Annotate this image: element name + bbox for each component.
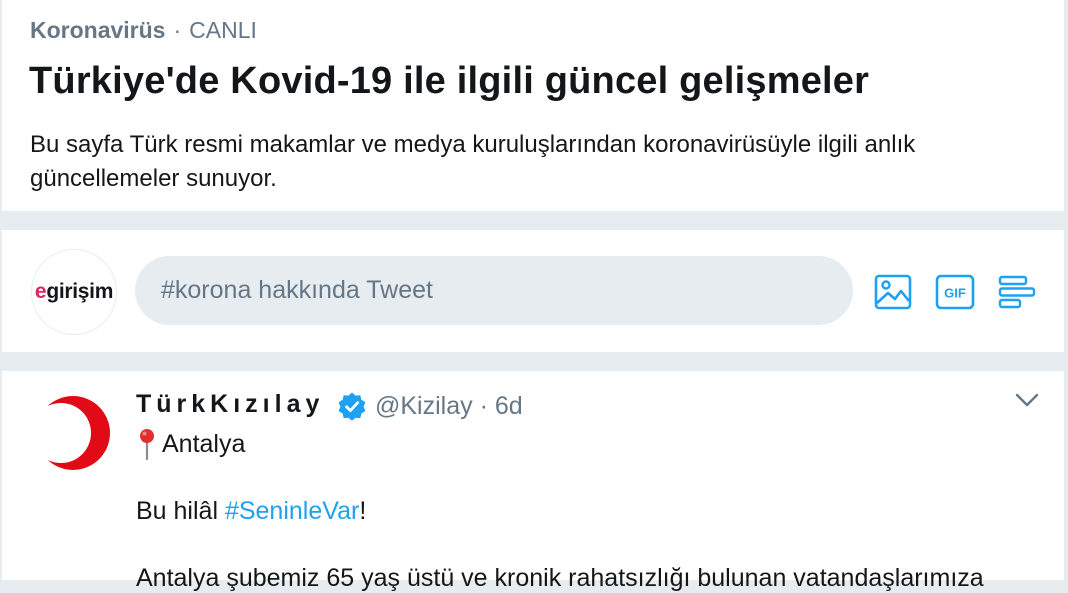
topic-label[interactable]: Koronavirüs bbox=[30, 17, 165, 43]
tweet-card[interactable]: TürkKızılay @Kizilay · 6d Antalya Bu hil… bbox=[2, 371, 1064, 592]
topic-header-card: Koronavirüs · CANLI Türkiye'de Kovid-19 il… bbox=[2, 0, 1064, 211]
user-avatar[interactable]: e girişim bbox=[31, 249, 117, 335]
kizilay-avatar[interactable] bbox=[31, 391, 115, 475]
image-icon[interactable] bbox=[873, 272, 913, 312]
tweet-location-label: Antalya bbox=[162, 429, 246, 458]
avatar-logo-rest: girişim bbox=[46, 280, 114, 303]
tweet-text-segment: Bu hilâl bbox=[136, 497, 225, 525]
tweet-text-line-2: Antalya şubemiz 65 yaş üstü ve kronik ra… bbox=[136, 564, 984, 592]
round-pushpin-icon bbox=[140, 429, 154, 460]
tweet-location: Antalya bbox=[138, 428, 245, 460]
hashtag-link[interactable]: #SeninleVar bbox=[225, 497, 359, 525]
kicker-separator: · bbox=[173, 17, 182, 43]
live-label: CANLI bbox=[189, 17, 257, 43]
tweet-handle-time[interactable]: @Kizilay · 6d bbox=[375, 392, 523, 421]
gif-icon[interactable]: GIF bbox=[935, 272, 975, 312]
compose-tweet-input[interactable]: #korona hakkında Tweet bbox=[135, 256, 853, 325]
verified-badge-icon bbox=[338, 392, 366, 421]
tweet-text-line-1: Bu hilâl #SeninleVar! bbox=[136, 497, 366, 526]
poll-icon[interactable] bbox=[997, 272, 1037, 312]
crescent-logo-icon bbox=[31, 396, 110, 470]
topic-kicker: Koronavirüs · CANLI bbox=[30, 17, 257, 44]
gif-icon-label: GIF bbox=[944, 286, 966, 301]
page-title: Türkiye'de Kovid-19 ile ilgili güncel ge… bbox=[29, 60, 870, 102]
compose-card: e girişim #korona hakkında Tweet GIF bbox=[2, 230, 1064, 352]
tweet-text-segment: ! bbox=[359, 497, 367, 525]
avatar-logo-prefix: e bbox=[34, 280, 47, 303]
chevron-down-icon[interactable] bbox=[1015, 391, 1039, 409]
tweet-author-name[interactable]: TürkKızılay bbox=[136, 390, 324, 419]
page-description: Bu sayfa Türk resmi makamlar ve medya ku… bbox=[30, 131, 916, 192]
